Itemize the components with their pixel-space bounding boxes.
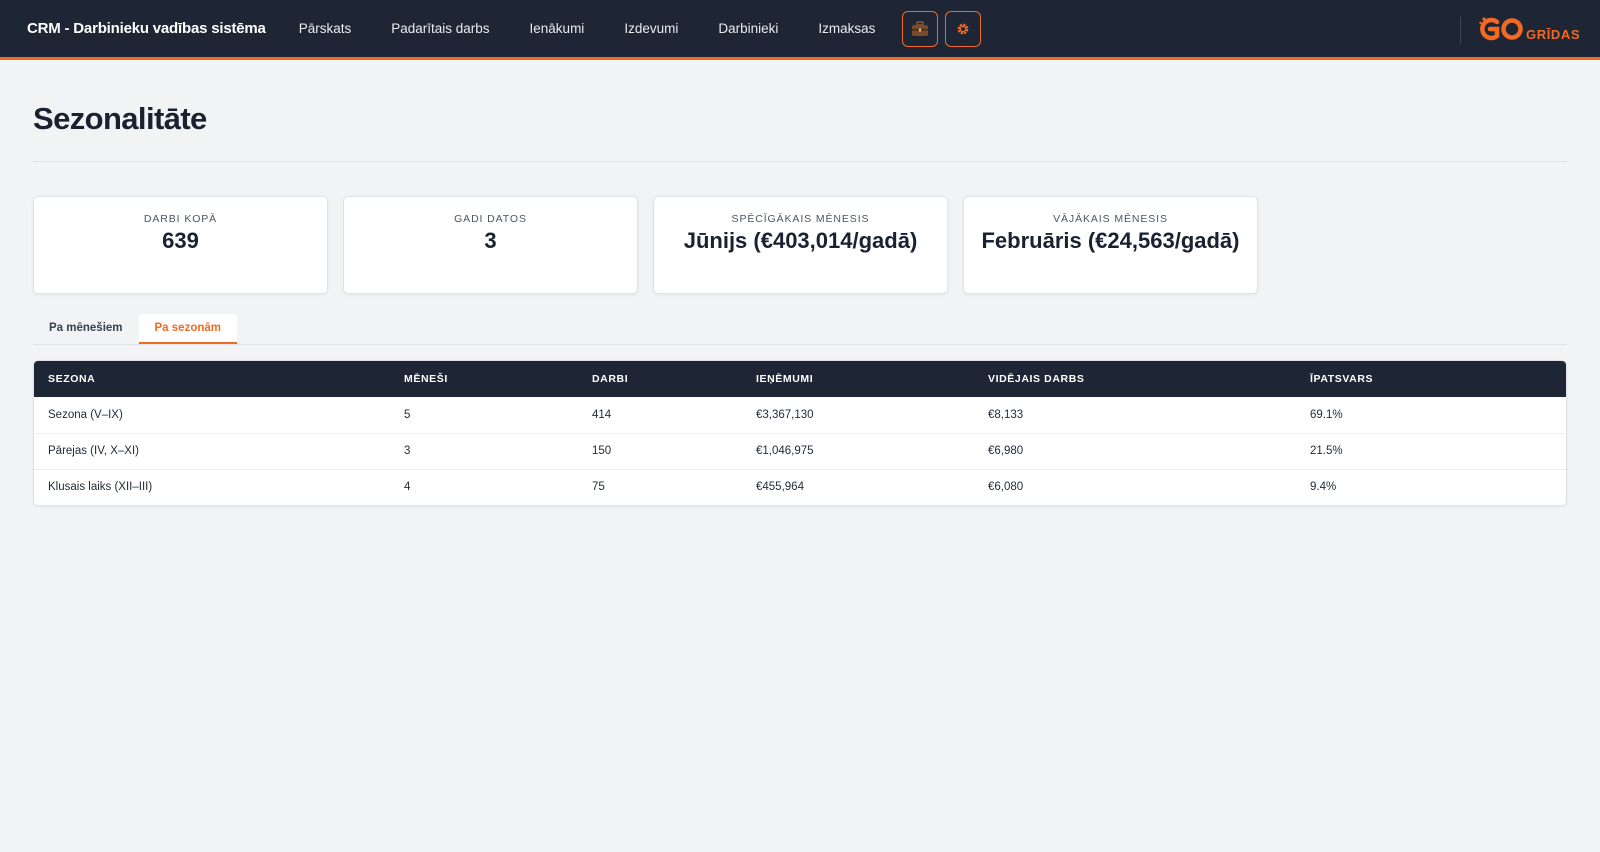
column-header[interactable]: SEZONA (34, 361, 390, 397)
top-navbar: CRM - Darbinieku vadības sistēma Pārskat… (0, 0, 1600, 60)
table-cell: €6,980 (974, 432, 1296, 469)
stat-card-weakest-month: VĀJĀKAIS MĒNESIS Februāris (€24,563/gadā… (963, 196, 1258, 294)
table-row[interactable]: Sezona (V–IX) 5 414 €3,367,130 €8,133 69… (34, 397, 1566, 433)
stat-value: Februāris (€24,563/gadā) (981, 228, 1240, 253)
nav-item-ienakumi[interactable]: Ienākumi (530, 21, 585, 36)
column-header[interactable]: ĪPATSVARS (1296, 361, 1566, 397)
table-cell: 5 (404, 408, 411, 421)
table-cell: €455,964 (742, 468, 974, 505)
table-cell: 9.4% (1296, 468, 1566, 505)
table-header-row: SEZONA MĒNEŠI DARBI IEŅĒMUMI VIDĒJAIS DA… (34, 361, 1566, 397)
stat-label: VĀJĀKAIS MĒNESIS (1053, 213, 1168, 225)
table-cell: €6,080 (974, 468, 1296, 505)
table-cell: €3,367,130 (756, 408, 814, 421)
app-title[interactable]: CRM - Darbinieku vadības sistēma (27, 20, 266, 37)
stat-card-total-jobs: DARBI KOPĀ 639 (33, 196, 328, 294)
column-header[interactable]: DARBI (578, 361, 742, 397)
table-cell: 21.5% (1296, 432, 1566, 469)
settings-button[interactable] (945, 10, 982, 47)
table-cell: €8,133 (988, 408, 1024, 421)
nav-item-darbinieki[interactable]: Darbinieki (718, 21, 778, 36)
stat-label: SPĒCĪGĀKAIS MĒNESIS (731, 213, 870, 225)
stat-cards: DARBI KOPĀ 639 GADI DATOS 3 SPĒCĪGĀKAIS … (33, 196, 1567, 294)
main-nav: Pārskats Padarītais darbs Ienākumi Izdev… (299, 21, 896, 36)
briefcase-icon (912, 20, 929, 36)
company-logo: GRĪDAS (1478, 15, 1580, 43)
table-cell: 75 (578, 468, 742, 505)
column-header[interactable]: VIDĒJAIS DARBS (974, 361, 1296, 397)
page-title: Sezonalitāte (33, 101, 207, 136)
table-cell: Pārejas (IV, X–XI) (34, 432, 390, 469)
nav-item-parskats[interactable]: Pārskats (299, 21, 352, 36)
table-row[interactable]: Pārejas (IV, X–XI) 3 150 €1,046,975 €6,9… (34, 432, 1566, 469)
stat-card-strongest-month: SPĒCĪGĀKAIS MĒNESIS Jūnijs (€403,014/gad… (653, 196, 948, 294)
main-content: Sezonalitāte DARBI KOPĀ 639 GADI DATOS 3… (0, 60, 1600, 506)
logo-text: GRĪDAS (1526, 27, 1581, 42)
column-header[interactable]: IEŅĒMUMI (742, 361, 974, 397)
stat-label: GADI DATOS (454, 213, 527, 225)
table-cell: 4 (390, 468, 578, 505)
tab-by-season[interactable]: Pa sezonām (138, 314, 237, 344)
go-logo-icon (1479, 17, 1523, 41)
tab-by-month[interactable]: Pa mēnešiem (33, 314, 139, 344)
nav-item-izdevumi[interactable]: Izdevumi (624, 21, 678, 36)
table-cell: 150 (578, 432, 742, 469)
nav-item-izmaksas[interactable]: Izmaksas (818, 21, 875, 36)
stat-value: 3 (484, 228, 497, 253)
nav-item-padaritais-darbs[interactable]: Padarītais darbs (391, 21, 489, 36)
column-header[interactable]: MĒNEŠI (390, 361, 578, 397)
stat-value: 639 (162, 228, 199, 253)
table-cell: Sezona (V–IX) (48, 408, 123, 421)
season-table: SEZONA MĒNEŠI DARBI IEŅĒMUMI VIDĒJAIS DA… (33, 360, 1567, 506)
table-row[interactable]: Klusais laiks (XII–III) 4 75 €455,964 €6… (34, 468, 1566, 505)
stat-card-years: GADI DATOS 3 (343, 196, 638, 294)
gear-icon (957, 23, 969, 34)
stat-label: DARBI KOPĀ (143, 213, 218, 225)
table-cell: 414 (592, 408, 612, 421)
table-cell: 3 (390, 432, 578, 469)
navbar-divider (1460, 17, 1461, 44)
briefcase-button[interactable] (902, 10, 939, 47)
table-cell: 69.1% (1310, 408, 1343, 421)
table-cell: Klusais laiks (XII–III) (34, 468, 390, 505)
stat-value: Jūnijs (€403,014/gadā) (683, 228, 918, 253)
title-divider (33, 161, 1567, 162)
view-tabs: Pa mēnešiem Pa sezonām (33, 314, 1567, 345)
table-cell: €1,046,975 (742, 432, 974, 469)
